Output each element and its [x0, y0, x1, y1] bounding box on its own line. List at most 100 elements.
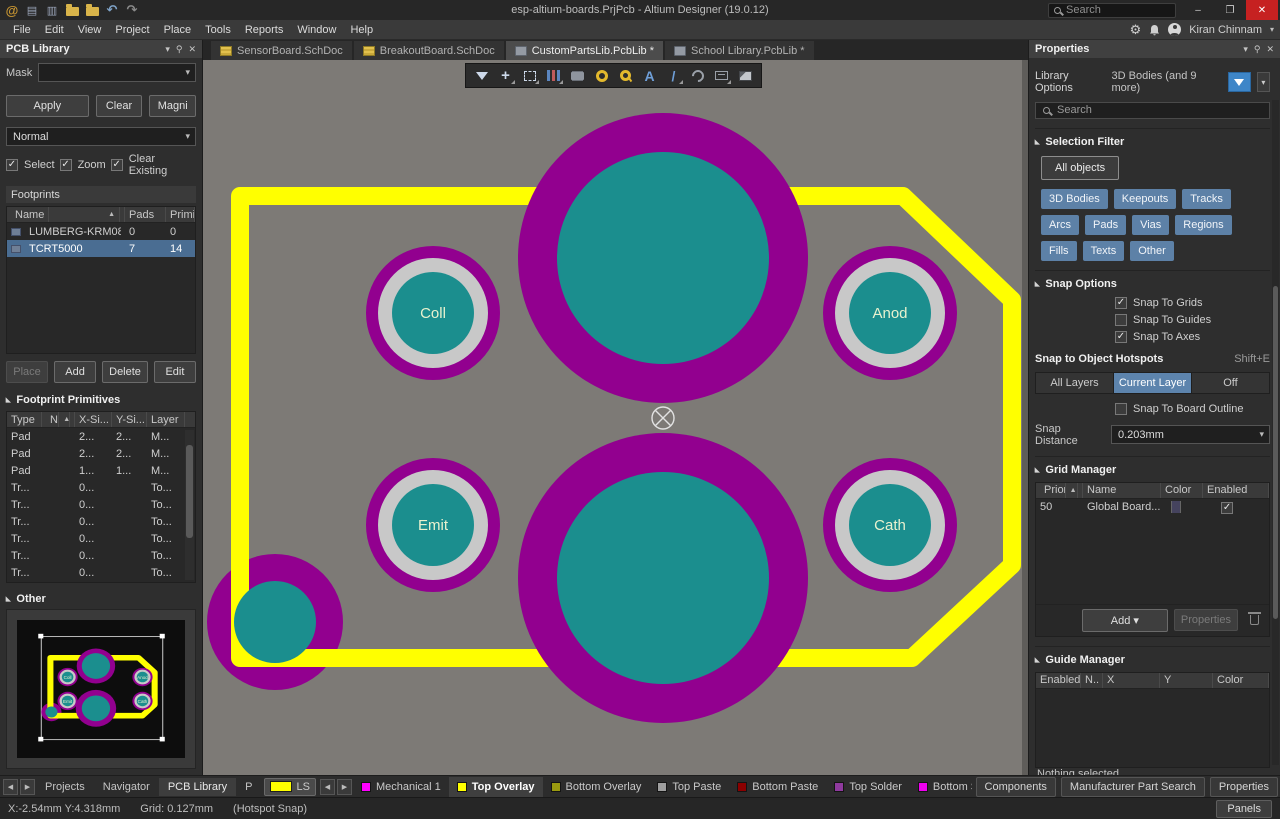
union-icon[interactable]: [543, 66, 564, 85]
panel-close-icon[interactable]: ✕: [188, 44, 196, 55]
menu-item[interactable]: File: [6, 22, 38, 38]
pad-icon[interactable]: [591, 66, 612, 85]
panel-tab[interactable]: Navigator: [94, 778, 159, 796]
select-area-icon[interactable]: [519, 66, 540, 85]
all-objects-button[interactable]: All objects: [1041, 156, 1119, 180]
pad-coll[interactable]: Coll: [366, 246, 500, 380]
string-icon[interactable]: A: [639, 66, 660, 85]
menu-item[interactable]: Reports: [238, 22, 291, 38]
current-layer-indicator[interactable]: LS: [264, 778, 315, 796]
menu-item[interactable]: Edit: [38, 22, 71, 38]
properties-scrollbar[interactable]: [1272, 100, 1279, 765]
footprint-action-button[interactable]: Delete: [102, 361, 148, 383]
document-tab[interactable]: BreakoutBoard.SchDoc: [354, 41, 504, 60]
filter-chip[interactable]: Pads: [1085, 215, 1126, 235]
properties-search-input[interactable]: Search: [1035, 102, 1270, 119]
footprint-action-button[interactable]: Add: [54, 361, 96, 383]
primitive-row[interactable]: Tr... 0... To...: [7, 564, 185, 581]
clear-button[interactable]: Clear: [96, 95, 143, 117]
right-panel-tab[interactable]: Components: [976, 777, 1056, 797]
scrollbar-thumb[interactable]: [1273, 286, 1278, 619]
filter-chip[interactable]: Vias: [1132, 215, 1169, 235]
via-icon[interactable]: [615, 66, 636, 85]
menu-item[interactable]: Help: [343, 22, 380, 38]
snap-checkbox[interactable]: Snap To Axes: [1115, 331, 1270, 343]
layer-tab[interactable]: Bottom Solder: [910, 777, 972, 797]
menu-item[interactable]: View: [71, 22, 109, 38]
primitive-row[interactable]: Tr... 0... To...: [7, 530, 185, 547]
layer-tab[interactable]: Bottom Paste: [729, 777, 826, 797]
guide-table-header[interactable]: Enabled N.. X Y Color: [1036, 673, 1269, 689]
fill-icon[interactable]: [735, 66, 756, 85]
pad-emit[interactable]: Emit: [366, 458, 500, 592]
document-tab[interactable]: CustomPartsLib.PcbLib *: [506, 41, 663, 60]
snap-checkbox[interactable]: Snap To Grids: [1115, 297, 1270, 309]
footprint-drawing[interactable]: Coll Anod Emit Cath: [203, 60, 1022, 775]
panel-tab[interactable]: P: [236, 778, 261, 796]
panel-menu-icon[interactable]: ▾: [1243, 44, 1248, 55]
pin-icon[interactable]: ⚲: [176, 44, 183, 55]
snap-options-header[interactable]: ◢ Snap Options: [1035, 278, 1270, 290]
grid-color-swatch[interactable]: [1171, 501, 1181, 513]
minimize-button[interactable]: –: [1182, 0, 1214, 20]
snap-checkbox[interactable]: Snap To Guides: [1115, 314, 1270, 326]
user-name[interactable]: Kiran Chinnam: [1189, 24, 1262, 36]
filter-chip[interactable]: Keepouts: [1114, 189, 1176, 209]
menu-item[interactable]: Tools: [198, 22, 238, 38]
layer-tab[interactable]: Top Solder: [826, 777, 910, 797]
primitive-row[interactable]: Tr... 0... To...: [7, 547, 185, 564]
pad-bottom-large[interactable]: [518, 433, 808, 723]
footprints-table-header[interactable]: Name▲ Pads Primiti...: [7, 207, 195, 223]
primitives-table-header[interactable]: Type N...▲ X-Si... Y-Si... Layer: [7, 412, 195, 428]
footprint-row[interactable]: LUMBERG-KRM08 0 0: [7, 223, 195, 240]
line-icon[interactable]: /: [663, 66, 684, 85]
tabs-scroll-right-icon[interactable]: ▶: [20, 779, 35, 795]
pin-icon[interactable]: ⚲: [1254, 44, 1261, 55]
mask-mode-dropdown[interactable]: Normal: [6, 127, 196, 146]
primitive-row[interactable]: Pad 2... 2... M...: [7, 428, 185, 445]
panels-button[interactable]: Panels: [1216, 800, 1272, 818]
grid-enabled-checkbox[interactable]: [1221, 502, 1233, 514]
trash-icon[interactable]: [1250, 615, 1259, 625]
footprint-primitives-header[interactable]: ◢ Footprint Primitives: [6, 394, 196, 406]
primitives-scrollbar[interactable]: [185, 430, 194, 580]
primitive-row[interactable]: Pad 2... 2... M...: [7, 445, 185, 462]
document-tab[interactable]: SensorBoard.SchDoc: [211, 41, 352, 60]
filter-chip[interactable]: Fills: [1041, 241, 1077, 261]
footprint-action-button[interactable]: Edit: [154, 361, 196, 383]
arc-icon[interactable]: [687, 66, 708, 85]
hotspot-segment-button[interactable]: All Layers: [1035, 372, 1113, 394]
user-avatar[interactable]: [1168, 23, 1181, 36]
right-panel-tab[interactable]: Manufacturer Part Search: [1061, 777, 1205, 797]
filter-chip[interactable]: Tracks: [1182, 189, 1231, 209]
primitive-row[interactable]: Tr... 0... To...: [7, 479, 185, 496]
dimension-icon[interactable]: [711, 66, 732, 85]
filter-chip[interactable]: 3D Bodies: [1041, 189, 1108, 209]
grid-row[interactable]: 50 Global Board...: [1036, 499, 1269, 516]
open-folder-icon[interactable]: [63, 2, 81, 18]
footprint-row[interactable]: TCRT5000 7 14: [7, 240, 195, 257]
filter-chip[interactable]: Texts: [1083, 241, 1125, 261]
magnify-button[interactable]: Magni: [149, 95, 196, 117]
library-checkbox[interactable]: Select: [6, 159, 55, 171]
global-search-input[interactable]: Search: [1048, 3, 1176, 18]
pad-cath[interactable]: Cath: [823, 458, 957, 592]
board-outline-checkbox[interactable]: Snap To Board Outline: [1115, 403, 1270, 415]
snap-distance-dropdown[interactable]: 0.203mm: [1111, 425, 1270, 444]
object-filter-button[interactable]: [1228, 72, 1251, 92]
bell-icon[interactable]: [1149, 24, 1160, 36]
layers-scroll-left-icon[interactable]: ◀: [320, 779, 335, 795]
pad-top-large[interactable]: [518, 113, 808, 403]
layer-tab[interactable]: Top Overlay: [449, 777, 543, 797]
grid-properties-button[interactable]: Properties: [1174, 609, 1238, 631]
hotspot-segment-button[interactable]: Off: [1191, 372, 1270, 394]
open-project-icon[interactable]: [83, 2, 101, 18]
redo-icon[interactable]: ↷: [123, 2, 141, 18]
selection-filter-header[interactable]: ◢ Selection Filter: [1035, 136, 1270, 148]
menu-item[interactable]: Project: [108, 22, 156, 38]
save-all-icon[interactable]: ▥: [43, 2, 61, 18]
primitive-row[interactable]: Pad 1... 1... M...: [7, 462, 185, 479]
grid-table-header[interactable]: Priori...▲ Name Color Enabled: [1036, 483, 1269, 499]
filter-chip[interactable]: Other: [1130, 241, 1174, 261]
layer-tab[interactable]: Top Paste: [649, 777, 729, 797]
